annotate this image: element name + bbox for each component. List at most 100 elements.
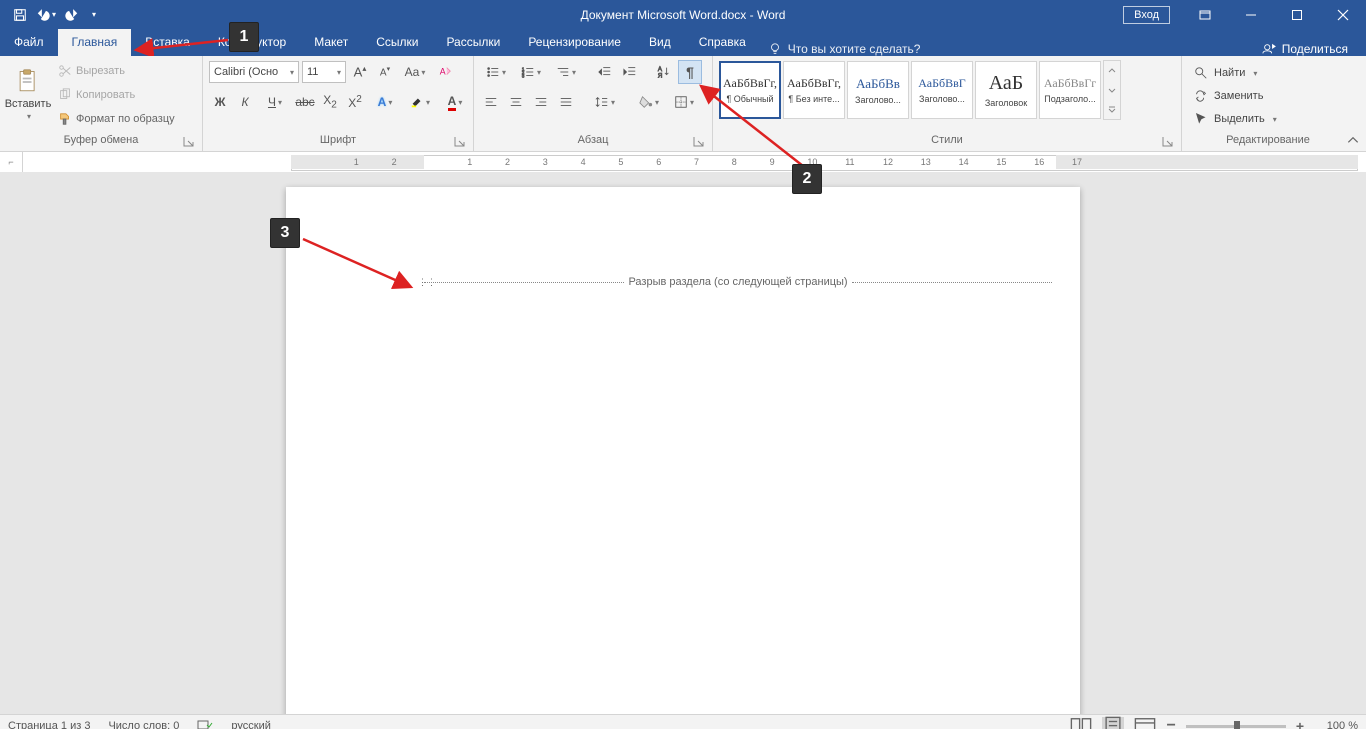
redo-button[interactable] (60, 3, 84, 27)
ruler-corner[interactable]: ⌐ (0, 152, 23, 172)
maximize-button[interactable] (1274, 0, 1320, 29)
dialog-launcher-icon[interactable] (454, 136, 465, 147)
group-styles-label: Стили (931, 134, 963, 146)
format-painter-label: Формат по образцу (76, 113, 175, 125)
shrink-font-button[interactable]: A▾ (374, 61, 396, 83)
subscript-button[interactable]: X2 (319, 91, 341, 113)
tab-insert[interactable]: Вставка (131, 29, 204, 56)
dialog-launcher-icon[interactable] (183, 136, 194, 147)
line-spacing-button[interactable]: ▾ (589, 91, 621, 113)
close-button[interactable] (1320, 0, 1366, 29)
borders-icon (674, 95, 688, 109)
group-clipboard-label: Буфер обмена (64, 134, 139, 146)
italic-button[interactable]: К (234, 91, 256, 113)
font-name-input[interactable]: Calibri (Осно▾ (209, 61, 299, 83)
style-title[interactable]: АаБЗаголовок (975, 61, 1037, 119)
undo-button[interactable]: ▾ (34, 3, 58, 27)
multilevel-button[interactable]: ▾ (550, 61, 582, 83)
borders-button[interactable]: ▾ (668, 91, 700, 113)
align-left-button[interactable] (480, 91, 502, 113)
show-paragraph-marks-button[interactable]: ¶ (678, 60, 702, 84)
decrease-indent-button[interactable] (594, 61, 616, 83)
expand-icon (1108, 105, 1116, 113)
tab-mailings[interactable]: Рассылки (432, 29, 514, 56)
align-justify-button[interactable] (555, 91, 577, 113)
sign-in-button[interactable]: Вход (1123, 6, 1170, 24)
strikethrough-button[interactable]: abc (294, 91, 316, 113)
annotation-1: 1 (229, 22, 259, 52)
bold-button[interactable]: Ж (209, 91, 231, 113)
share-button[interactable]: Поделиться (1262, 42, 1348, 56)
zoom-value[interactable]: 100 % (1314, 720, 1358, 729)
dialog-launcher-icon[interactable] (693, 136, 704, 147)
align-right-button[interactable] (530, 91, 552, 113)
font-size-input[interactable]: 11▾ (302, 61, 346, 83)
tab-layout[interactable]: Макет (300, 29, 362, 56)
grow-font-button[interactable]: A▴ (349, 61, 371, 83)
highlight-button[interactable]: ▾ (404, 91, 436, 113)
copy-button[interactable]: Копировать (54, 84, 179, 106)
print-layout-button[interactable] (1102, 717, 1124, 729)
tab-references[interactable]: Ссылки (362, 29, 432, 56)
select-button[interactable]: Выделить▾ (1188, 108, 1283, 130)
ribbon-display-button[interactable] (1182, 0, 1228, 29)
tab-home[interactable]: Главная (58, 29, 132, 56)
horizontal-ruler[interactable]: 121234567891011121314151617 (291, 152, 1358, 172)
save-button[interactable] (8, 3, 32, 27)
tab-file[interactable]: Файл (0, 29, 58, 56)
word-count[interactable]: Число слов: 0 (108, 720, 179, 729)
zoom-out-button[interactable]: − (1166, 717, 1175, 729)
superscript-button[interactable]: X2 (344, 91, 366, 113)
svg-text:Я: Я (658, 72, 662, 79)
page-count[interactable]: Страница 1 из 3 (8, 720, 90, 729)
shading-button[interactable]: ▾ (633, 91, 665, 113)
read-mode-button[interactable] (1070, 717, 1092, 729)
document-area[interactable]: ⋮⋮ Разрыв раздела (со следующей страницы… (0, 173, 1366, 714)
align-center-icon (509, 95, 523, 109)
find-button[interactable]: Найти▾ (1188, 62, 1283, 84)
style-no-spacing[interactable]: АаБбВвГг,¶ Без инте... (783, 61, 845, 119)
tell-me-search[interactable]: Что вы хотите сделать? (768, 42, 921, 56)
change-case-button[interactable]: Aa▾ (399, 61, 431, 83)
text-effects-button[interactable]: A▾ (369, 91, 401, 113)
multilevel-icon (556, 65, 570, 79)
style-subtitle[interactable]: АаБбВвГгПодзаголо... (1039, 61, 1101, 119)
spell-check-icon[interactable] (197, 718, 213, 729)
tab-view[interactable]: Вид (635, 29, 685, 56)
clear-formatting-button[interactable]: A (434, 61, 456, 83)
numbering-button[interactable]: 123▾ (515, 61, 547, 83)
increase-indent-button[interactable] (619, 61, 641, 83)
paste-button[interactable]: Вставить ▾ (6, 60, 50, 128)
bullets-icon (486, 65, 500, 79)
format-painter-button[interactable]: Формат по образцу (54, 108, 179, 130)
qat-customize-button[interactable]: ▾ (86, 3, 100, 27)
styles-more-button[interactable] (1103, 60, 1121, 120)
group-editing: Найти▾ Заменить Выделить▾ Редактирование (1182, 56, 1354, 151)
collapse-ribbon-button[interactable] (1346, 133, 1360, 147)
tab-help[interactable]: Справка (685, 29, 760, 56)
dialog-launcher-icon[interactable] (1162, 136, 1173, 147)
page[interactable]: ⋮⋮ Разрыв раздела (со следующей страницы… (286, 187, 1080, 714)
align-center-button[interactable] (505, 91, 527, 113)
chevron-up-icon (1108, 67, 1116, 75)
tab-review[interactable]: Рецензирование (514, 29, 635, 56)
line-spacing-icon (595, 95, 609, 109)
chevron-down-icon (1108, 86, 1116, 94)
web-layout-button[interactable] (1134, 717, 1156, 729)
replace-button[interactable]: Заменить (1188, 85, 1283, 107)
minimize-button[interactable] (1228, 0, 1274, 29)
zoom-slider[interactable] (1186, 725, 1286, 728)
ribbon: Вставить ▾ Вырезать Копировать Формат по… (0, 56, 1366, 152)
bullets-button[interactable]: ▾ (480, 61, 512, 83)
style-heading2[interactable]: АаБбВвГЗаголово... (911, 61, 973, 119)
underline-button[interactable]: Ч▾ (259, 91, 291, 113)
zoom-in-button[interactable]: + (1296, 718, 1304, 729)
sort-button[interactable]: AЯ (653, 61, 675, 83)
style-heading1[interactable]: АаБбВвЗаголово... (847, 61, 909, 119)
font-color-button[interactable]: A▾ (439, 91, 471, 113)
cut-button[interactable]: Вырезать (54, 60, 179, 82)
style-normal[interactable]: АаБбВвГг,¶ Обычный (719, 61, 781, 119)
quick-access-toolbar: ▾ ▾ (0, 3, 100, 27)
language-indicator[interactable]: русский (231, 720, 270, 729)
group-editing-label: Редактирование (1226, 134, 1310, 146)
